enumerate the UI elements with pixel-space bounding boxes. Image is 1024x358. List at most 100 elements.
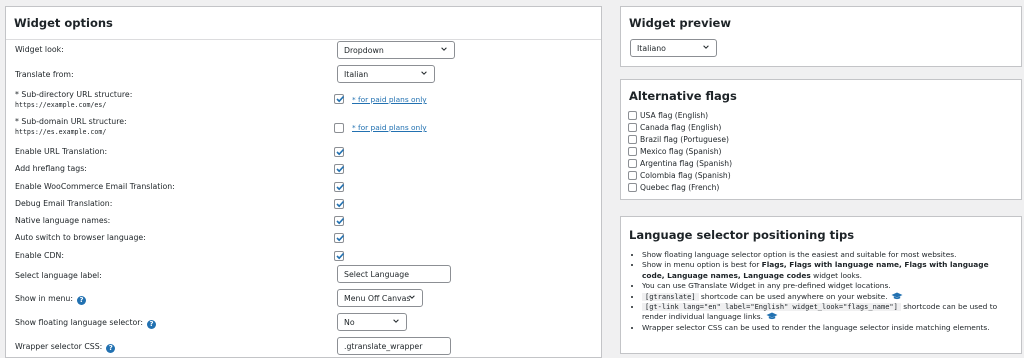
graduation-cap-icon[interactable] [891, 292, 903, 300]
help-icon[interactable]: ? [106, 344, 116, 353]
show-in-menu-label: Show in menu:? [15, 294, 87, 305]
tip-item: Wrapper selector CSS can be used to rend… [642, 323, 1012, 333]
chevron-down-icon [421, 71, 427, 75]
tip-text: widget looks. [810, 270, 862, 280]
translate-from-select[interactable]: Italian [337, 65, 435, 83]
flag-option-quebec[interactable]: Quebec flag (French) [628, 183, 719, 192]
checkmark-icon [336, 234, 345, 242]
native-names-label: Native language names: [15, 216, 111, 225]
woocommerce-email-label: Enable WooCommerce Email Translation: [15, 182, 175, 191]
widget-preview-panel: Widget preview Italiano [620, 6, 1022, 67]
chevron-down-icon [409, 295, 415, 299]
subdir-code: https://example.com/es/ [15, 101, 107, 109]
wrapper-css-text: Wrapper selector CSS: [15, 342, 103, 351]
subdomain-label: * Sub-domain URL structure: [15, 117, 127, 126]
shortcode: [gt-link lang="en" label="English" widge… [642, 303, 901, 312]
tip-text: You can use GTranslate Widget in any pre… [642, 281, 891, 291]
woocommerce-email-checkbox[interactable] [334, 182, 345, 192]
enable-cdn-label: Enable CDN: [15, 251, 64, 260]
alternative-flags-title: Alternative flags [629, 89, 737, 103]
flag-option-label: Colombia flag (Spanish) [640, 171, 731, 180]
show-floating-value: No [344, 318, 355, 327]
flag-option-label: Quebec flag (French) [640, 183, 720, 192]
show-in-menu-select[interactable]: Menu Off Canvas [337, 289, 423, 307]
help-icon[interactable]: ? [146, 320, 156, 329]
checkmark-icon [336, 165, 345, 173]
show-in-menu-text: Show in menu: [15, 294, 74, 303]
checkbox[interactable] [628, 159, 637, 168]
checkbox[interactable] [628, 135, 637, 144]
subdir-paid-link[interactable]: * for paid plans only [352, 95, 427, 104]
tip-item: [gtranslate] shortcode can be used anywh… [642, 292, 1012, 302]
widget-look-select[interactable]: Dropdown [337, 41, 455, 59]
shortcode: [gtranslate] [642, 292, 699, 301]
subdomain-checkbox[interactable] [334, 123, 344, 133]
flag-option-usa[interactable]: USA flag (English) [628, 111, 708, 120]
add-hreflang-checkbox[interactable] [334, 164, 345, 174]
widget-options-panel: Widget options Widget look: Dropdown Tra… [5, 6, 602, 358]
subdir-label: * Sub-directory URL structure: [15, 90, 133, 99]
flag-option-canada[interactable]: Canada flag (English) [628, 123, 721, 132]
flag-option-colombia[interactable]: Colombia flag (Spanish) [628, 171, 731, 180]
tips-list: Show floating language selector option i… [632, 250, 1012, 333]
chevron-down-icon [393, 319, 399, 323]
flag-option-brazil[interactable]: Brazil flag (Portuguese) [628, 135, 729, 144]
tip-item: [gt-link lang="en" label="English" widge… [642, 302, 1012, 323]
checkmark-icon [336, 252, 345, 260]
graduation-cap-icon[interactable] [766, 312, 778, 320]
flag-option-label: Mexico flag (Spanish) [640, 147, 722, 156]
subdomain-code: https://es.example.com/ [15, 128, 107, 136]
flag-option-label: Brazil flag (Portuguese) [640, 135, 730, 144]
widget-preview-title: Widget preview [629, 16, 731, 30]
debug-email-label: Debug Email Translation: [15, 199, 113, 208]
widget-look-label: Widget look: [15, 45, 64, 54]
widget-options-title: Widget options [14, 16, 113, 30]
tip-text: shortcode can be used anywhere on your w… [698, 291, 888, 301]
checkmark-icon [336, 148, 345, 156]
checkmark-icon [336, 183, 345, 191]
checkmark-icon [336, 95, 345, 103]
checkbox[interactable] [628, 111, 637, 120]
wrapper-css-input[interactable]: .gtranslate_wrapper [337, 337, 451, 355]
subdomain-paid-link[interactable]: * for paid plans only [352, 123, 427, 132]
tip-item: You can use GTranslate Widget in any pre… [642, 281, 1012, 291]
show-floating-label: Show floating language selector:? [15, 318, 156, 329]
show-floating-select[interactable]: No [337, 313, 407, 331]
tip-item: Show floating language selector option i… [642, 250, 1012, 260]
translate-from-label: Translate from: [15, 70, 74, 79]
chevron-down-icon [703, 45, 709, 49]
translate-from-value: Italian [344, 70, 369, 79]
flag-option-mexico[interactable]: Mexico flag (Spanish) [628, 147, 722, 156]
select-language-label-input[interactable]: Select Language [337, 265, 451, 283]
show-in-menu-value: Menu Off Canvas [344, 294, 411, 303]
enable-cdn-checkbox[interactable] [334, 251, 345, 261]
flag-option-argentina[interactable]: Argentina flag (Spanish) [628, 159, 732, 168]
subdir-checkbox[interactable] [334, 94, 345, 104]
add-hreflang-label: Add hreflang tags: [15, 164, 87, 173]
flag-option-label: Canada flag (English) [640, 123, 722, 132]
tip-text: Show in menu option is best for [642, 260, 762, 270]
language-preview-select[interactable]: Italiano [630, 39, 717, 57]
chevron-down-icon [441, 47, 447, 51]
tip-item: Show in menu option is best for Flags, F… [642, 260, 1012, 281]
checkbox[interactable] [628, 123, 637, 132]
show-floating-text: Show floating language selector: [15, 318, 143, 327]
auto-switch-checkbox[interactable] [334, 233, 345, 243]
checkbox[interactable] [628, 147, 637, 156]
divider [6, 39, 601, 40]
tips-title: Language selector positioning tips [629, 228, 855, 242]
enable-url-translation-checkbox[interactable] [334, 147, 345, 157]
tip-text: Wrapper selector CSS can be used to rend… [642, 322, 990, 332]
enable-url-translation-label: Enable URL Translation: [15, 147, 108, 156]
native-names-checkbox[interactable] [334, 216, 345, 226]
language-preview-value: Italiano [637, 44, 666, 53]
checkbox[interactable] [628, 171, 637, 180]
flag-option-label: USA flag (English) [640, 111, 709, 120]
checkbox[interactable] [628, 183, 637, 192]
select-language-label-label: Select language label: [15, 271, 102, 280]
checkmark-icon [336, 217, 345, 225]
flag-option-label: Argentina flag (Spanish) [640, 159, 733, 168]
debug-email-checkbox[interactable] [334, 199, 345, 209]
help-icon[interactable]: ? [77, 296, 87, 305]
wrapper-css-label: Wrapper selector CSS:? [15, 342, 116, 353]
